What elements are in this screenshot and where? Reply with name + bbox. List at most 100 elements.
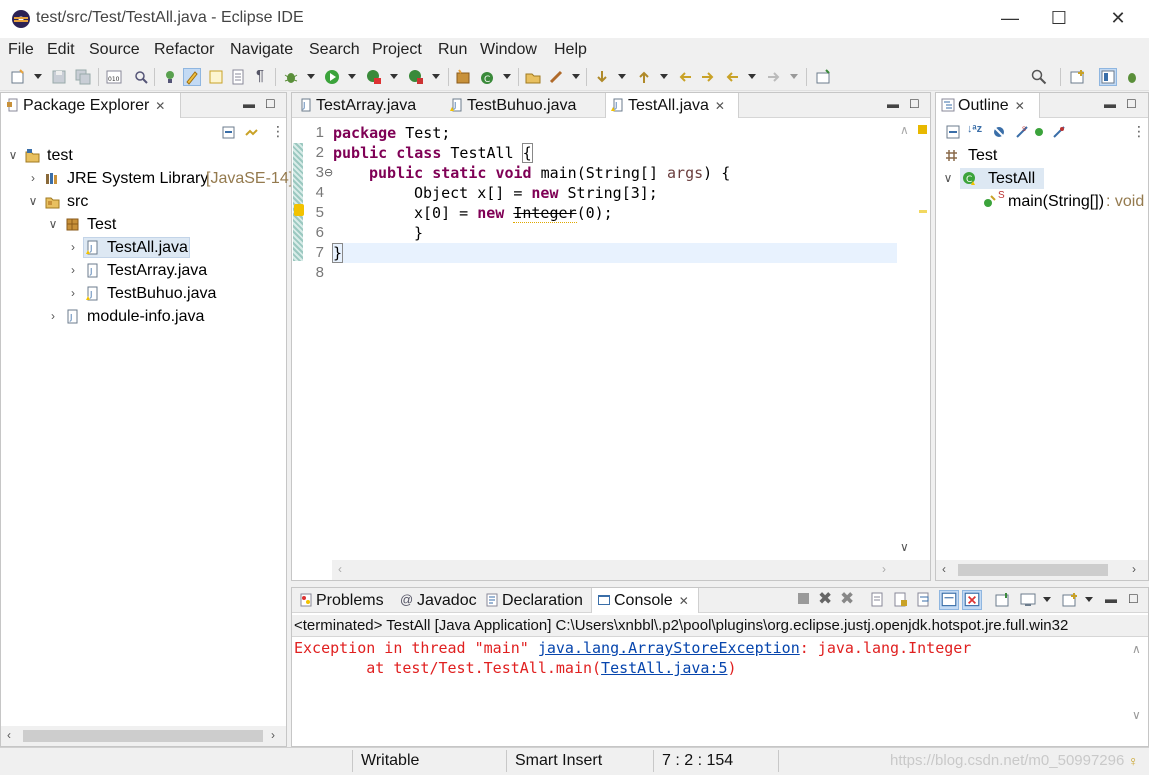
sort-icon[interactable]: ↓ᵃz [967, 123, 982, 135]
tree-item-src[interactable]: ∨ src [1, 190, 286, 213]
close-tab-icon[interactable]: ✕ [1015, 99, 1025, 113]
open-console-icon[interactable] [1062, 592, 1078, 608]
open-task-icon[interactable] [548, 69, 564, 85]
outline-item-class[interactable]: ∨ C TestAll [936, 167, 1148, 190]
debug-icon[interactable] [283, 69, 299, 85]
chevron-right-icon[interactable]: › [47, 305, 59, 328]
chevron-right-icon[interactable]: › [67, 259, 79, 282]
menu-file[interactable]: File [8, 41, 34, 59]
tab-console[interactable]: Console ✕ [591, 588, 699, 613]
scroll-left-icon[interactable]: ‹ [338, 562, 342, 576]
tree-item-testbuhuo[interactable]: › J TestBuhuo.java [1, 282, 286, 305]
code-area[interactable]: package Test; public class TestAll { pub… [331, 123, 897, 559]
run-icon[interactable] [324, 69, 340, 85]
debug-perspective-icon[interactable] [1124, 69, 1140, 85]
chevron-down-icon[interactable]: ∨ [7, 144, 19, 167]
close-tab-icon[interactable]: ✕ [155, 99, 165, 113]
outline-item-method[interactable]: S main(String[]) : void [936, 190, 1148, 213]
overview-warning-icon[interactable] [918, 125, 927, 134]
mark-occurrences-icon[interactable] [183, 68, 201, 86]
scroll-right-icon[interactable]: › [882, 562, 886, 576]
menu-help[interactable]: Help [554, 41, 587, 59]
back-location-icon[interactable] [700, 69, 716, 85]
outline-item-package[interactable]: Test [936, 144, 1148, 167]
tree-item-package[interactable]: ∨ Test [1, 213, 286, 236]
scroll-up-icon[interactable]: ∧ [900, 123, 909, 137]
hide-fields-icon[interactable] [992, 125, 1006, 139]
tab-testbuhuo[interactable]: J TestBuhuo.java [445, 93, 599, 118]
new-class-dropdown-icon[interactable] [503, 74, 511, 79]
hide-static-icon[interactable]: S [1015, 125, 1029, 139]
back-dropdown-icon[interactable] [748, 74, 756, 79]
new-java-package-icon[interactable] [455, 69, 471, 85]
scroll-down-icon[interactable]: ∨ [1132, 708, 1141, 722]
maximize-view-icon[interactable]: ☐ [265, 97, 276, 111]
tab-testarray[interactable]: J TestArray.java [294, 93, 440, 118]
previous-annotation-icon[interactable] [636, 69, 652, 85]
minimize-view-icon[interactable]: ▬ [1105, 592, 1117, 606]
scroll-right-icon[interactable]: › [1132, 562, 1136, 576]
menu-run[interactable]: Run [438, 41, 467, 59]
status-insert-mode[interactable]: Smart Insert [515, 752, 602, 770]
toggle-breadcrumb-icon[interactable] [162, 69, 178, 85]
status-cursor-position[interactable]: 7 : 2 : 154 [662, 752, 733, 770]
new-icon[interactable] [10, 69, 26, 85]
tree-item-project[interactable]: ∨ test [1, 144, 286, 167]
menu-project[interactable]: Project [372, 41, 422, 59]
close-tab-icon[interactable]: ✕ [679, 594, 689, 608]
collapse-all-icon[interactable] [221, 125, 236, 140]
scroll-right-icon[interactable]: › [271, 728, 275, 742]
tip-lightbulb-icon[interactable]: ♀ [1128, 753, 1139, 769]
outline-horizontal-scrollbar[interactable]: ‹ › [936, 560, 1148, 580]
java-perspective-icon[interactable] [1099, 68, 1117, 86]
last-edit-location-icon[interactable] [677, 69, 693, 85]
chevron-down-icon[interactable]: ∨ [27, 190, 39, 213]
tab-problems[interactable]: Problems [294, 588, 392, 613]
scroll-left-icon[interactable]: ‹ [942, 562, 946, 576]
close-window-button[interactable]: ✕ [1108, 8, 1128, 28]
editor-horizontal-scrollbar[interactable]: ‹ › [332, 560, 930, 580]
debug-dropdown-icon[interactable] [307, 74, 315, 79]
minimize-button[interactable]: — [1000, 8, 1020, 28]
menu-search[interactable]: Search [309, 41, 360, 59]
next-annotation-dropdown-icon[interactable] [618, 74, 626, 79]
link-with-editor-icon[interactable] [244, 125, 259, 140]
stacktrace-link[interactable]: TestAll.java:5 [601, 659, 727, 677]
tree-item-jre-library[interactable]: › JRE System Library [JavaSE-14] [1, 167, 293, 190]
maximize-button[interactable]: ☐ [1049, 8, 1069, 28]
remove-launch-icon[interactable]: ✖ [818, 589, 832, 609]
menu-edit[interactable]: Edit [47, 41, 75, 59]
external-tools-dropdown-icon[interactable] [432, 74, 440, 79]
view-menu-icon[interactable]: ⋮ [1132, 123, 1146, 140]
back-icon[interactable] [724, 69, 740, 85]
scroll-up-icon[interactable]: ∧ [1132, 642, 1141, 656]
next-annotation-icon[interactable] [594, 69, 610, 85]
clear-console-icon[interactable] [870, 592, 886, 608]
chevron-down-icon[interactable]: ∨ [47, 213, 59, 236]
new-dropdown-icon[interactable] [34, 74, 42, 79]
tab-testall[interactable]: J TestAll.java ✕ [605, 93, 739, 118]
horizontal-scrollbar[interactable]: ‹ › [1, 726, 286, 746]
show-whitespace-icon[interactable]: ¶ [256, 67, 264, 84]
open-type-icon[interactable] [525, 69, 541, 85]
open-console-dropdown-icon[interactable] [1085, 597, 1093, 602]
menu-refactor[interactable]: Refactor [154, 41, 214, 59]
maximize-view-icon[interactable]: ☐ [1128, 592, 1139, 606]
scrollbar-thumb[interactable] [958, 564, 1108, 576]
warning-marker-icon[interactable] [294, 204, 304, 216]
forward-dropdown-icon[interactable] [790, 74, 798, 79]
search-icon[interactable] [1031, 69, 1047, 85]
menu-source[interactable]: Source [89, 41, 140, 59]
display-selected-console-icon[interactable] [1020, 592, 1036, 608]
minimize-view-icon[interactable]: ▬ [1104, 97, 1116, 111]
collapse-all-icon[interactable] [946, 125, 960, 139]
word-wrap-icon[interactable] [230, 69, 246, 85]
view-menu-icon[interactable]: ⋮ [271, 123, 285, 140]
coverage-icon[interactable] [366, 69, 382, 85]
chevron-right-icon[interactable]: › [67, 282, 79, 305]
show-on-stderr-icon[interactable] [962, 590, 982, 610]
external-tools-icon[interactable] [408, 69, 424, 85]
scroll-left-icon[interactable]: ‹ [7, 728, 11, 742]
new-java-class-icon[interactable]: C [479, 69, 495, 85]
search-type-icon[interactable] [133, 69, 149, 85]
